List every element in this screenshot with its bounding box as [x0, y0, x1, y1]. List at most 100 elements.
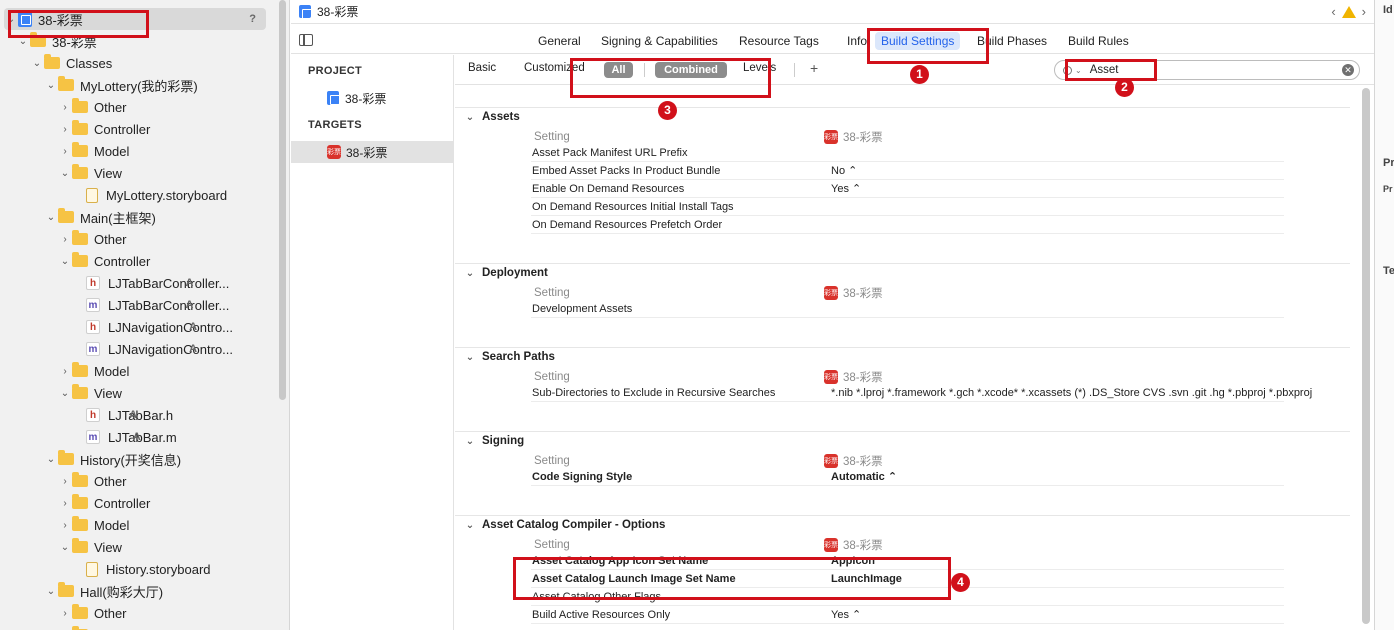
navigator-folder[interactable]: › Controller [0, 118, 150, 140]
chevron-down-icon[interactable]: ⌄ [30, 58, 44, 69]
chevron-down-icon[interactable]: ⌄ [58, 168, 72, 179]
settings-scrollbar[interactable] [1362, 88, 1370, 624]
jump-bar-controls: ‹ › [1331, 4, 1366, 19]
setting-row[interactable]: Sub-Directories to Exclude in Recursive … [531, 384, 1312, 402]
chevron-down-icon[interactable]: ⌄ [44, 454, 58, 465]
navigator-scrollbar[interactable] [279, 0, 286, 400]
navigator-folder[interactable]: ⌄ View [0, 382, 122, 404]
setting-value[interactable]: Yes ⌃ [831, 606, 861, 624]
chevron-down-icon[interactable]: ⌄ [58, 542, 72, 553]
setting-row[interactable]: Asset Pack Manifest URL Prefix [531, 144, 1284, 162]
chevron-right-icon[interactable]: › [58, 146, 72, 157]
chevron-right-icon[interactable]: › [58, 366, 72, 377]
navigator-folder[interactable]: ⌄ History(开奖信息) [0, 448, 181, 470]
navigator-item-label: Model [94, 363, 130, 379]
navigator-file[interactable]: History.storyboard [0, 558, 211, 580]
chevron-down-icon[interactable]: ⌄ [44, 586, 58, 597]
navigator-item-label: LJNavigationContro... [108, 319, 234, 335]
navigator-folder[interactable]: ⌄ View [0, 536, 122, 558]
navigator-folder[interactable]: ⌄ Main(主框架) [0, 206, 156, 228]
section-header[interactable]: ⌄ Deployment [464, 267, 548, 279]
section-header[interactable]: ⌄ Signing [464, 435, 524, 447]
navigator-folder[interactable]: ⌄ Hall(购彩大厅) [0, 580, 163, 602]
chevron-right-icon[interactable]: › [58, 608, 72, 619]
setting-value[interactable]: Automatic ⌃ [831, 468, 897, 486]
section-header[interactable]: ⌄ Assets [464, 111, 520, 123]
setting-row[interactable]: Development Assets [531, 300, 1284, 318]
navigator-folder[interactable]: ⌄ View [0, 162, 122, 184]
navigator-folder[interactable]: › Controller [0, 492, 150, 514]
chevron-down-icon[interactable]: ⌄ [464, 352, 476, 363]
chevron-down-icon[interactable]: ⌄ [464, 112, 476, 123]
add-setting-button[interactable]: + [810, 60, 818, 76]
editor-tab-bar: General Signing & Capabilities Resource … [291, 28, 1374, 54]
tab-resource-tags[interactable]: Resource Tags [735, 32, 823, 50]
tab-signing-capabilities[interactable]: Signing & Capabilities [597, 32, 722, 50]
navigator-file[interactable]: h LJNavigationContro... A [0, 316, 233, 338]
navigator-file[interactable]: m LJTabBarController... A [0, 294, 229, 316]
chevron-down-icon[interactable]: ⌄ [58, 388, 72, 399]
chevron-right-icon[interactable]: › [1362, 4, 1366, 19]
inspector-label: Pr [1383, 184, 1393, 194]
source-control-badge: A [132, 431, 141, 443]
chevron-down-icon[interactable]: ⌄ [44, 80, 58, 91]
navigator-item-label: Hall(购彩大厅) [80, 584, 164, 600]
navigator-folder[interactable]: › Other [0, 228, 127, 250]
tab-build-rules[interactable]: Build Rules [1064, 32, 1133, 50]
navigator-file[interactable]: m LJTabBar.m A [0, 426, 177, 448]
setting-row[interactable]: Code Signing Style Automatic ⌃ [531, 468, 1284, 486]
chevron-down-icon[interactable]: ⌄ [44, 212, 58, 223]
chevron-down-icon[interactable]: ⌄ [464, 520, 476, 531]
navigator-file[interactable]: h LJTabBarController... A [0, 272, 229, 294]
setting-value[interactable]: *.nib *.lproj *.framework *.gch *.xcode*… [831, 384, 1312, 402]
navigator-file[interactable]: h LJTabBar.h A [0, 404, 173, 426]
chevron-down-icon[interactable]: ⌄ [464, 436, 476, 447]
project-icon [299, 5, 312, 19]
chevron-left-icon[interactable]: ‹ [1331, 4, 1335, 19]
section-header[interactable]: ⌄ Search Paths [464, 351, 555, 363]
navigator-file[interactable]: MyLottery.storyboard [0, 184, 227, 206]
navigator-folder[interactable]: › Other [0, 470, 127, 492]
warning-icon[interactable] [1341, 5, 1356, 18]
setting-row[interactable]: On Demand Resources Initial Install Tags [531, 198, 1284, 216]
navigator-item-label: Model [94, 143, 130, 159]
chevron-right-icon[interactable]: › [58, 102, 72, 113]
folder-icon [58, 208, 74, 223]
navigator-folder[interactable]: ⌄ Classes [0, 52, 112, 74]
navigator-folder[interactable]: › Model [0, 140, 129, 162]
setting-value[interactable]: No ⌃ [831, 162, 857, 180]
chevron-right-icon[interactable]: › [58, 476, 72, 487]
sidebar-toggle-icon[interactable] [299, 34, 313, 46]
chevron-right-icon[interactable]: › [58, 124, 72, 135]
navigator-folder[interactable]: › Other [0, 602, 127, 624]
chevron-right-icon[interactable]: › [58, 520, 72, 531]
navigator-folder[interactable]: ⌄ MyLottery(我的彩票) [0, 74, 198, 96]
setting-row[interactable]: On Demand Resources Prefetch Order [531, 216, 1284, 234]
navigator-folder[interactable]: › Other [0, 96, 127, 118]
setting-value[interactable]: Yes ⌃ [831, 180, 861, 198]
filter-basic[interactable]: Basic [468, 62, 496, 74]
folder-icon [72, 252, 88, 267]
chevron-right-icon[interactable]: › [58, 234, 72, 245]
navigator-folder[interactable]: › [0, 624, 94, 630]
jump-bar-title[interactable]: 38-彩票 [317, 3, 358, 20]
target-item[interactable]: 彩票 38-彩票 [291, 141, 453, 163]
section-header[interactable]: ⌄ Asset Catalog Compiler - Options [464, 519, 666, 531]
setting-row[interactable]: Embed Asset Packs In Product Bundle No ⌃ [531, 162, 1284, 180]
project-item[interactable]: 38-彩票 [291, 87, 453, 109]
clear-search-icon[interactable]: ✕ [1342, 64, 1354, 76]
tab-general[interactable]: General [534, 32, 585, 50]
chevron-right-icon[interactable]: › [58, 498, 72, 509]
folder-icon [72, 230, 88, 245]
setting-row[interactable]: Enable On Demand Resources Yes ⌃ [531, 180, 1284, 198]
setting-row[interactable]: Build Active Resources Only Yes ⌃ [531, 606, 1284, 624]
navigator-folder[interactable]: › Model [0, 360, 129, 382]
app-icon: 彩票 [824, 370, 838, 384]
navigator-folder[interactable]: › Model [0, 514, 129, 536]
chevron-down-icon[interactable]: ⌄ [464, 268, 476, 279]
navigator-item-label: View [94, 539, 122, 555]
navigator-folder[interactable]: ⌄ Controller [0, 250, 150, 272]
target-column-header: 彩票 38-彩票 [824, 129, 883, 145]
chevron-down-icon[interactable]: ⌄ [58, 256, 72, 267]
navigator-file[interactable]: m LJNavigationContro... A [0, 338, 233, 360]
